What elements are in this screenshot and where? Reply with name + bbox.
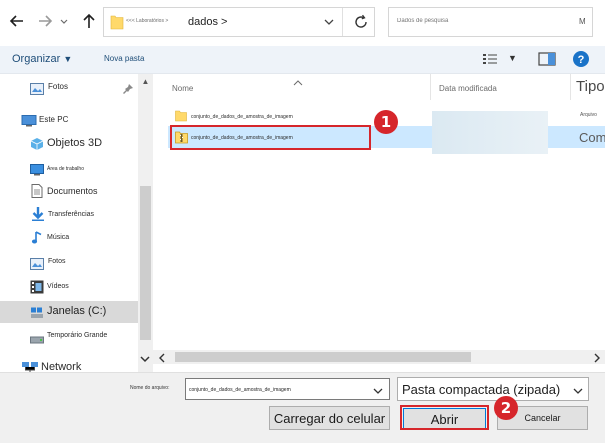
pictures-icon [30, 82, 44, 95]
blurred-date-region [432, 111, 548, 154]
column-header-type[interactable]: Tipo [576, 78, 605, 95]
annotation-step-2-badge: 2 [494, 396, 518, 420]
search-box[interactable]: M [388, 7, 593, 37]
sidebar-item-label: Documentos [47, 186, 98, 196]
organize-dropdown-icon: ▼ [63, 54, 73, 64]
sidebar-item-temporario-grande[interactable]: Temporário Grande [0, 325, 138, 347]
sort-ascending-icon [293, 74, 303, 86]
sidebar-item-label: Música [47, 234, 70, 241]
search-input[interactable] [397, 14, 557, 28]
sidebar-item-este-pc[interactable]: Este PC [0, 109, 138, 131]
documents-icon [31, 184, 45, 198]
address-dropdown-icon[interactable] [318, 11, 340, 33]
sidebar-item-transferencias[interactable]: Transferências [0, 203, 138, 225]
sidebar-item-videos[interactable]: Vídeos [0, 276, 138, 298]
this-pc-icon [21, 114, 37, 127]
sidebar-item-label: Fotos [48, 258, 66, 265]
upload-from-phone-button[interactable]: Carregar do celular [269, 406, 390, 430]
sidebar-item-fotos-quick[interactable]: Fotos [0, 77, 138, 99]
filename-input[interactable] [189, 384, 367, 396]
filename-dropdown-icon[interactable] [372, 384, 384, 396]
column-header-name[interactable]: Nome [172, 84, 193, 93]
sidebar-item-label: Temporário Grande [47, 332, 108, 339]
file-type: Arquivo [580, 112, 597, 118]
address-bar[interactable]: <<< Laboratórios > dados > [103, 7, 375, 37]
back-arrow-icon[interactable] [6, 10, 28, 32]
scroll-left-icon[interactable] [156, 351, 168, 363]
desktop-icon [30, 163, 44, 176]
drive-icon [30, 306, 44, 318]
organize-button[interactable]: Organizar ▼ [12, 53, 72, 65]
view-options-icon[interactable] [482, 52, 498, 66]
network-icon [21, 361, 38, 372]
search-trailing-text: M [579, 17, 586, 26]
svg-text:?: ? [578, 54, 585, 66]
column-divider[interactable] [430, 74, 431, 100]
sidebar-item-label: Fotos [48, 82, 69, 91]
filetype-select[interactable]: Pasta compactada (zipada) [397, 377, 589, 401]
sidebar-item-documentos[interactable]: Documentos [0, 180, 138, 202]
horizontal-scroll-thumb[interactable] [175, 352, 471, 362]
sidebar-item-label: Este PC [39, 115, 69, 124]
sidebar-item-area-de-trabalho[interactable]: Área de trabalho [0, 158, 138, 180]
filetype-value: Pasta compactada (zipada) [402, 382, 561, 397]
recent-locations-chevron-icon[interactable] [58, 10, 70, 32]
sidebar-item-janelas-c[interactable]: Janelas (C:) [0, 301, 138, 323]
scroll-down-icon[interactable] [139, 352, 151, 366]
help-icon[interactable]: ? [572, 50, 590, 68]
column-divider[interactable] [570, 74, 571, 100]
sidebar-scroll-thumb[interactable] [140, 186, 151, 340]
sidebar-item-label: Transferências [48, 211, 95, 218]
sidebar-item-label: Objetos 3D [47, 137, 103, 149]
filename-label: Nome do arquivo: [130, 385, 170, 391]
filetype-dropdown-icon[interactable] [572, 384, 584, 396]
sidebar-item-label: Network [41, 361, 82, 372]
sidebar-item-musica[interactable]: Música [0, 227, 138, 249]
address-divider [342, 8, 343, 36]
address-current-folder[interactable]: dados > [188, 16, 227, 28]
file-name: conjunto_de_dados_de_amostra_de_imagem [191, 114, 293, 120]
sidebar-item-network[interactable]: Network [0, 357, 138, 372]
sidebar-item-fotos[interactable]: Fotos [0, 252, 138, 274]
navigation-pane: Fotos Este PC Objetos 3D Área de trabalh… [0, 74, 153, 372]
downloads-icon [31, 206, 45, 221]
organize-label: Organizar [12, 53, 61, 65]
filename-combobox[interactable] [185, 378, 390, 400]
new-folder-button[interactable]: Nova pasta [104, 54, 144, 63]
folder-icon [175, 109, 187, 122]
annotation-step-1-badge: 1 [374, 110, 398, 134]
command-toolbar: Organizar ▼ Nova pasta ▼ ? [0, 46, 605, 74]
annotation-highlight-open-button [400, 405, 489, 430]
sidebar-item-label: Área de trabalho [47, 166, 84, 172]
drive-icon [30, 332, 44, 344]
column-header-date-modified[interactable]: Data modificada [439, 84, 497, 93]
refresh-icon[interactable] [350, 11, 372, 33]
folder-icon [110, 13, 124, 31]
address-parent-segment[interactable]: <<< Laboratórios > [126, 18, 168, 24]
sidebar-item-label: Vídeos [47, 283, 69, 290]
pin-icon[interactable] [122, 82, 136, 94]
scroll-up-icon[interactable]: ▲ [140, 77, 151, 87]
pictures-icon [30, 257, 44, 270]
annotation-highlight-selected-file [170, 125, 371, 150]
3d-objects-icon [30, 137, 44, 150]
up-arrow-icon[interactable] [78, 10, 100, 32]
file-type: Com [579, 130, 605, 145]
sidebar-item-label: Janelas (C:) [47, 305, 107, 317]
sidebar-item-objetos-3d[interactable]: Objetos 3D [0, 133, 138, 155]
forward-arrow-icon[interactable] [34, 10, 56, 32]
address-row: <<< Laboratórios > dados > M [0, 0, 605, 46]
view-options-dropdown-icon[interactable]: ▼ [508, 53, 517, 63]
music-icon [31, 231, 45, 244]
preview-pane-icon[interactable] [538, 52, 556, 66]
videos-icon [30, 280, 44, 294]
scroll-right-icon[interactable] [591, 351, 603, 363]
